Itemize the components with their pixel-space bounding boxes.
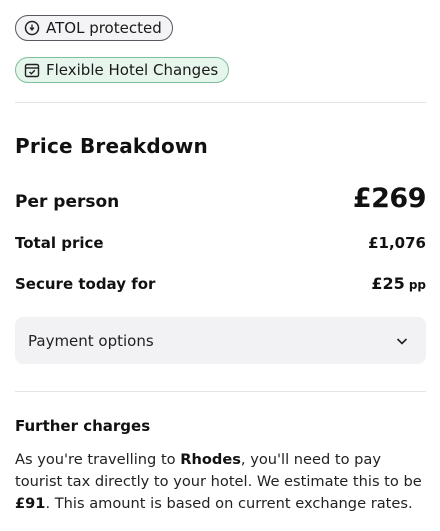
payment-options-dropdown[interactable]: Payment options bbox=[15, 317, 426, 364]
per-person-price: £269 bbox=[352, 183, 427, 214]
further-charges-text-part: As you're travelling to bbox=[15, 451, 181, 468]
chevron-down-icon bbox=[394, 333, 410, 349]
divider bbox=[15, 102, 426, 103]
payment-options-label: Payment options bbox=[28, 331, 154, 350]
atol-badge: ATOL protected bbox=[15, 15, 173, 41]
divider bbox=[15, 391, 426, 392]
total-price-row: Total price £1,076 bbox=[15, 234, 426, 252]
further-charges-text: As you're travelling to Rhodes, you'll n… bbox=[15, 449, 426, 515]
tourist-tax-amount: £91 bbox=[15, 495, 46, 512]
atol-badge-label: ATOL protected bbox=[46, 19, 162, 37]
calendar-check-icon bbox=[24, 62, 40, 78]
secure-today-unit: pp bbox=[408, 278, 426, 292]
flexible-hotel-changes-badge: Flexible Hotel Changes bbox=[15, 57, 230, 83]
per-person-row: Per person £269 bbox=[15, 183, 427, 214]
total-price-label: Total price bbox=[15, 234, 104, 252]
price-breakdown-title: Price Breakdown bbox=[15, 134, 208, 158]
secure-today-amount: £25 pp bbox=[371, 274, 426, 293]
destination-name: Rhodes bbox=[180, 451, 241, 468]
atol-shield-icon bbox=[24, 20, 40, 36]
secure-today-label: Secure today for bbox=[15, 275, 156, 293]
per-person-label: Per person bbox=[15, 192, 120, 212]
secure-today-value: £25 bbox=[371, 274, 405, 293]
flexible-badge-label: Flexible Hotel Changes bbox=[46, 61, 219, 79]
further-charges-text-part: . This amount is based on current exchan… bbox=[45, 495, 413, 512]
secure-today-row: Secure today for £25 pp bbox=[15, 274, 426, 293]
total-price-value: £1,076 bbox=[368, 234, 426, 252]
further-charges-title: Further charges bbox=[15, 417, 151, 435]
